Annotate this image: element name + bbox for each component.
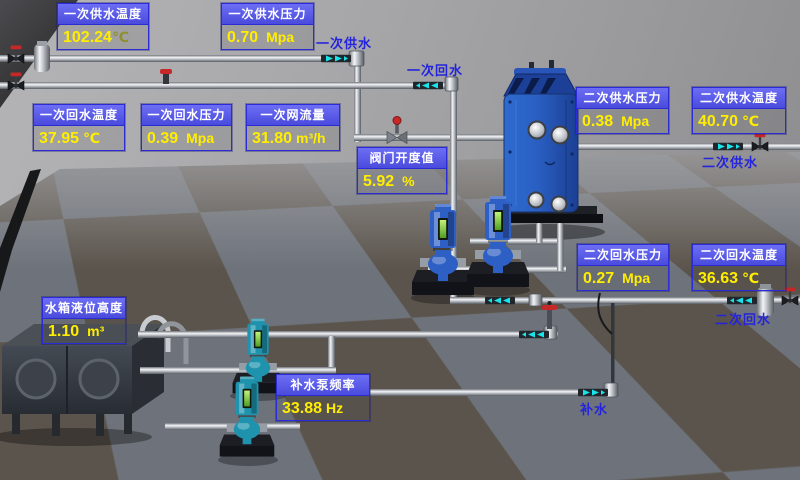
pipe-primary-supply [0,55,352,62]
flow-arrow-icon [485,297,515,305]
flow-arrow-icon [713,143,743,151]
gauge-value: 36.63℃ [693,266,785,290]
strainer-icon [34,41,50,72]
label-secondary-supply: 二次供水 [702,152,758,171]
pipe-makeup [348,389,610,396]
gauge-value: 1.10m³ [43,319,125,343]
gauge-value: 102.24℃ [58,25,148,49]
gauge-valve-opening: 阀门开度值 5.92% [357,147,447,194]
gauge-label: 二次供水温度 [693,88,785,109]
gauge-label: 一次回水压力 [142,105,231,126]
pipe-primary-return [0,82,450,89]
gauge-value: 40.70℃ [693,109,785,133]
gauge-label: 二次供水压力 [577,88,668,109]
gauge-secondary-supply-pressure: 二次供水压力 0.38Mpa [576,87,669,134]
tank-fill-valve[interactable] [542,301,557,329]
gauge-value: 0.70Mpa [222,25,313,49]
flow-arrow-icon [413,82,443,90]
label-primary-supply: 一次供水 [316,33,372,52]
flow-arrow-icon [519,331,549,339]
gauge-label: 二次回水压力 [578,245,668,266]
label-makeup: 补水 [580,399,608,418]
gauge-primary-return-pressure: 一次回水压力 0.39Mpa [141,104,232,151]
gauge-tank-level: 水箱液位高度 1.10m³ [42,297,126,344]
hmi-screen: 一次供水温度 102.24℃ 一次供水压力 0.70Mpa 一次回水温度 37.… [0,0,800,480]
gauge-label: 补水泵频率 [277,375,369,396]
gauge-label: 一次回水温度 [34,105,124,126]
gauge-primary-supply-pressure: 一次供水压力 0.70Mpa [221,3,314,50]
pipe-tank-fill [138,331,558,338]
gauge-secondary-supply-temp: 二次供水温度 40.70℃ [692,87,786,134]
gauge-value: 31.80m³/h [247,126,339,150]
flow-arrow-icon [727,297,757,305]
gauge-value: 0.27Mpa [578,266,668,290]
gauge-value: 5.92% [358,169,446,193]
gauge-secondary-return-temp: 二次回水温度 36.63℃ [692,244,786,291]
flow-arrow-icon [321,55,351,63]
gauge-label: 二次回水温度 [693,245,785,266]
gauge-label: 一次供水压力 [222,4,313,25]
label-primary-return: 一次回水 [407,60,463,79]
valve-icon[interactable] [8,73,24,91]
circulation-pump-1[interactable] [412,204,474,295]
gauge-label: 阀门开度值 [358,148,446,169]
gauge-secondary-return-pressure: 二次回水压力 0.27Mpa [577,244,669,291]
gauge-label: 一次供水温度 [58,4,148,25]
valve-icon[interactable] [752,134,768,152]
gauge-label: 水箱液位高度 [43,298,125,319]
gauge-makeup-pump-freq: 补水泵频率 33.88Hz [276,374,370,421]
gauge-value: 37.95℃ [34,126,124,150]
gauge-value: 0.39Mpa [142,126,231,150]
gauge-primary-supply-temp: 一次供水温度 102.24℃ [57,3,149,50]
gauge-primary-return-temp: 一次回水温度 37.95℃ [33,104,125,151]
plant-scene [0,0,800,480]
gauge-label: 一次网流量 [247,105,339,126]
pressure-tap-icon [160,69,172,84]
gauge-value: 33.88Hz [277,396,369,420]
gauge-primary-flow: 一次网流量 31.80m³/h [246,104,340,151]
valve-icon[interactable] [8,46,24,64]
gauge-value: 0.38Mpa [577,109,668,133]
flow-arrow-icon [578,389,608,397]
label-secondary-return: 二次回水 [715,309,771,328]
